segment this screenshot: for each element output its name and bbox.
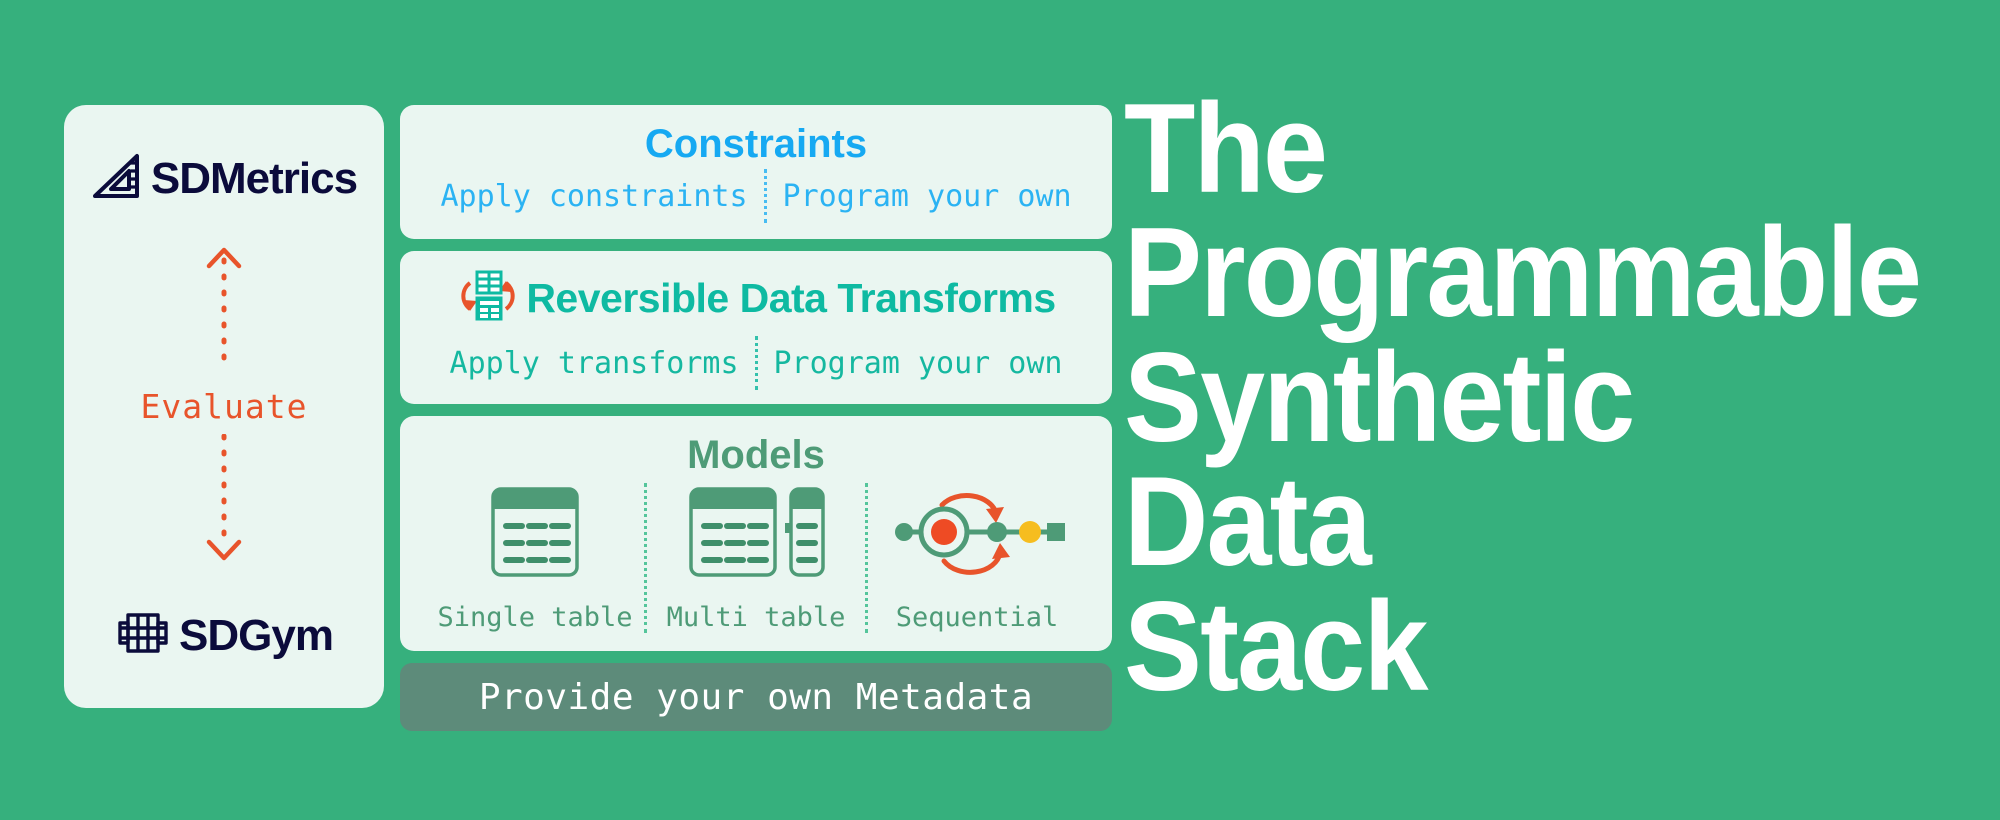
single-table-icon <box>487 483 583 586</box>
rdt-options: Apply transforms Program your own <box>418 336 1094 390</box>
reversible-tables-icon <box>456 267 520 330</box>
model-option-sequential[interactable]: Sequential <box>868 482 1086 633</box>
sdgym-label: SDGym <box>179 610 334 660</box>
arrow-down-dotted-icon <box>203 433 245 567</box>
constraints-option-apply[interactable]: Apply constraints <box>440 179 747 214</box>
models-title: Models <box>687 433 825 477</box>
constraints-title: Constraints <box>644 122 868 166</box>
models-options: Single table Multi table Sequential <box>420 482 1092 633</box>
constraints-option-program[interactable]: Program your own <box>783 179 1072 214</box>
stack-column: Constraints Apply constraints Program yo… <box>400 105 1112 731</box>
sdgym-logo: SDGym <box>115 607 334 664</box>
dumbbell-grid-icon <box>115 607 171 664</box>
headline-line-5: Stack <box>1124 574 1428 717</box>
metadata-bar[interactable]: Provide your own Metadata <box>400 663 1112 731</box>
evaluate-connector: Evaluate <box>64 206 384 607</box>
evaluation-panel: SDMetrics Evaluate SDGym <box>64 105 384 708</box>
constraints-options: Apply constraints Program your own <box>424 169 1088 223</box>
sdmetrics-logo: SDMetrics <box>91 151 358 206</box>
sdmetrics-label: SDMetrics <box>150 153 358 203</box>
headline-line-4: Data <box>1124 450 1372 593</box>
dotted-divider <box>865 482 868 633</box>
rdt-option-program[interactable]: Program your own <box>774 346 1063 381</box>
multi-table-icon <box>685 483 827 586</box>
single-table-label: Single table <box>437 602 633 633</box>
metadata-label: Provide your own Metadata <box>478 676 1034 718</box>
headline-line-3: Synthetic <box>1124 325 1635 468</box>
rdt-title: Reversible Data Transforms <box>526 274 1056 321</box>
model-option-multi-table[interactable]: Multi table <box>647 482 865 633</box>
multi-table-label: Multi table <box>666 602 846 633</box>
arrow-up-dotted-icon <box>203 246 245 379</box>
reversible-data-transforms-card[interactable]: Reversible Data Transforms Apply transfo… <box>400 251 1112 404</box>
headline-line-1: The <box>1124 77 1328 219</box>
triangle-ruler-icon <box>91 151 143 206</box>
sequential-icon <box>884 483 1070 586</box>
constraints-card[interactable]: Constraints Apply constraints Program yo… <box>400 105 1112 239</box>
page-title: The Programmable Synthetic Data Stack <box>1124 77 1922 717</box>
headline-line-2: Programmable <box>1124 201 1922 344</box>
dotted-divider <box>644 482 647 633</box>
sequential-label: Sequential <box>895 602 1059 633</box>
dotted-divider <box>763 169 767 223</box>
poster-root: SDMetrics Evaluate SDGym Constraints App… <box>0 0 2000 820</box>
rdt-option-apply[interactable]: Apply transforms <box>450 346 739 381</box>
models-card[interactable]: Models Single table Multi table Sequenti… <box>400 416 1112 651</box>
model-option-single-table[interactable]: Single table <box>426 482 644 633</box>
dotted-divider <box>754 336 758 390</box>
evaluate-label: Evaluate <box>140 387 308 426</box>
